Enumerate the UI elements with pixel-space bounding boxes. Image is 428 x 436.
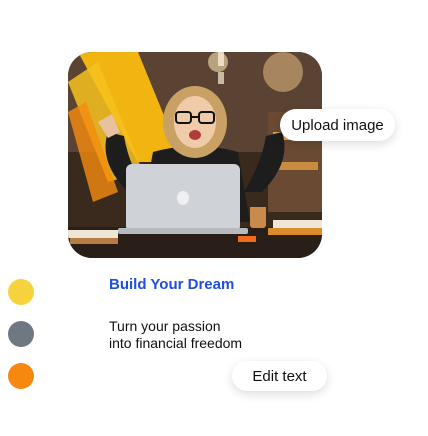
edit-text-button[interactable]: Edit text (232, 361, 327, 391)
color-swatch-gray[interactable] (8, 321, 34, 347)
upload-image-button[interactable]: Upload image (280, 109, 395, 141)
color-swatch-orange[interactable] (8, 363, 34, 389)
description: Turn your passion into financial freedom (109, 318, 289, 352)
hero-photo-illustration (68, 52, 322, 258)
description-line: into financial freedom (109, 335, 243, 351)
headline: Build Your Dream (109, 276, 235, 293)
color-swatch-yellow[interactable] (8, 279, 34, 305)
hero-photo (68, 52, 322, 258)
upload-image-label: Upload image (291, 116, 384, 134)
edit-text-label: Edit text (252, 367, 307, 385)
description-line: Turn your passion (109, 318, 221, 334)
